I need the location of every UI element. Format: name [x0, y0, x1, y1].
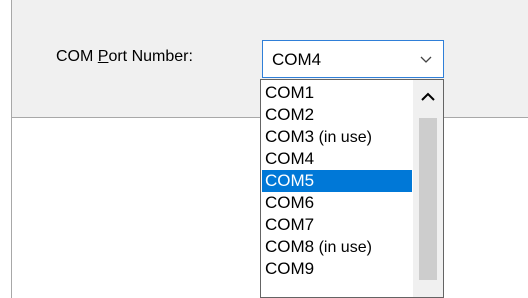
- com-port-label: COM Port Number:: [56, 48, 193, 66]
- window-frame-edge: [11, 118, 12, 298]
- list-item[interactable]: COM9: [262, 258, 412, 280]
- list-item-label: COM6: [265, 193, 315, 212]
- list-item[interactable]: COM2: [262, 104, 412, 126]
- list-item[interactable]: COM1: [262, 82, 412, 104]
- com-port-combobox[interactable]: COM4: [262, 40, 444, 78]
- list-item-status: (in use): [314, 239, 372, 256]
- list-item-label: COM9: [265, 259, 315, 278]
- com-port-dropdown-list[interactable]: COM1 COM2 COM3 (in use) COM4 COM5 COM6 COM7 COM…: [260, 79, 444, 298]
- label-mnemonic: P: [97, 48, 109, 65]
- scrollbar[interactable]: [413, 80, 443, 297]
- list-item-label: COM1: [265, 83, 315, 102]
- combo-value: COM4: [272, 50, 322, 69]
- chevron-up-icon[interactable]: [413, 80, 443, 114]
- list-item[interactable]: COM6: [262, 192, 412, 214]
- screen: COM Port Number: COM4 COM1 COM2 COM3 (in u…: [0, 0, 528, 298]
- label-suffix: ort Number:: [108, 48, 193, 65]
- list-item-label: COM8: [265, 237, 315, 256]
- list-item[interactable]: COM4: [262, 148, 412, 170]
- list-item-label: COM5: [265, 171, 315, 190]
- list-item-label: COM7: [265, 215, 315, 234]
- label-prefix: COM: [56, 48, 98, 65]
- chevron-down-icon[interactable]: [419, 52, 433, 66]
- list-item[interactable]: COM3 (in use): [262, 126, 412, 148]
- list-item[interactable]: COM8 (in use): [262, 236, 412, 258]
- list-item[interactable]: COM7: [262, 214, 412, 236]
- list-item-label: COM2: [265, 105, 315, 124]
- list-item-status: (in use): [314, 129, 372, 146]
- list-item[interactable]: COM5: [262, 170, 412, 192]
- list-items: COM1 COM2 COM3 (in use) COM4 COM5 COM6 COM7 COM…: [262, 82, 412, 280]
- scroll-thumb[interactable]: [419, 118, 437, 280]
- list-item-label: COM4: [265, 149, 315, 168]
- list-item-label: COM3: [265, 127, 315, 146]
